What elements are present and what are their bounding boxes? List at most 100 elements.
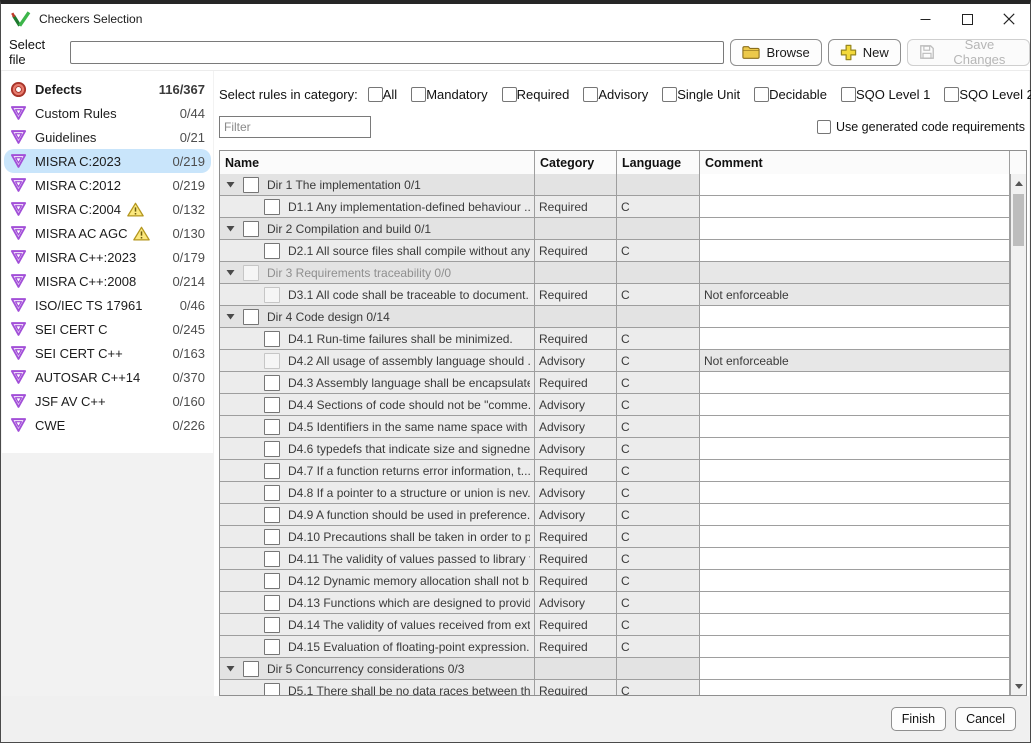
- rule-checkbox[interactable]: [264, 463, 280, 479]
- rule-checkbox[interactable]: [264, 595, 280, 611]
- category-checkbox-advisory[interactable]: [583, 87, 598, 102]
- comment-cell[interactable]: [700, 416, 1010, 437]
- maximize-button[interactable]: [946, 4, 988, 34]
- rule-row[interactable]: D1.1 Any implementation-defined behaviou…: [220, 196, 1010, 218]
- rule-row[interactable]: D4.15 Evaluation of floating-point expre…: [220, 636, 1010, 658]
- category-option-advisory[interactable]: Advisory: [583, 87, 648, 102]
- rule-row[interactable]: D4.6 typedefs that indicate size and sig…: [220, 438, 1010, 460]
- comment-cell[interactable]: [700, 262, 1010, 283]
- group-row[interactable]: Dir 4 Code design 0/14: [220, 306, 1010, 328]
- select-file-input[interactable]: [70, 41, 724, 64]
- finish-button[interactable]: Finish: [891, 707, 946, 731]
- rule-row[interactable]: D4.9 A function should be used in prefer…: [220, 504, 1010, 526]
- sidebar-item-misra-c-2008[interactable]: MISRA C++:20080/214: [4, 269, 211, 293]
- category-option-mandatory[interactable]: Mandatory: [411, 87, 487, 102]
- sidebar-item-cwe[interactable]: CWE0/226: [4, 413, 211, 437]
- minimize-button[interactable]: [904, 4, 946, 34]
- rule-row[interactable]: D4.8 If a pointer to a structure or unio…: [220, 482, 1010, 504]
- category-checkbox-decidable[interactable]: [754, 87, 769, 102]
- comment-cell[interactable]: [700, 548, 1010, 569]
- group-row[interactable]: Dir 3 Requirements traceability 0/0: [220, 262, 1010, 284]
- group-checkbox[interactable]: [243, 265, 259, 281]
- rule-row[interactable]: D4.2 All usage of assembly language shou…: [220, 350, 1010, 372]
- rule-checkbox[interactable]: [264, 331, 280, 347]
- cancel-button[interactable]: Cancel: [955, 707, 1016, 731]
- scroll-down-arrow-icon[interactable]: [1011, 679, 1026, 693]
- comment-cell[interactable]: [700, 240, 1010, 261]
- comment-cell[interactable]: [700, 174, 1010, 195]
- rule-row[interactable]: D5.1 There shall be no data races betwee…: [220, 680, 1010, 695]
- rule-checkbox[interactable]: [264, 573, 280, 589]
- rule-checkbox[interactable]: [264, 683, 280, 696]
- comment-cell[interactable]: [700, 394, 1010, 415]
- rule-row[interactable]: D4.4 Sections of code should not be "com…: [220, 394, 1010, 416]
- expand-arrow-icon[interactable]: [226, 313, 236, 320]
- comment-cell[interactable]: [700, 460, 1010, 481]
- category-option-decidable[interactable]: Decidable: [754, 87, 827, 102]
- table-scrollbar[interactable]: [1010, 174, 1026, 695]
- sidebar-item-misra-c-2023[interactable]: MISRA C:20230/219: [4, 149, 211, 173]
- group-checkbox[interactable]: [243, 661, 259, 677]
- filter-input[interactable]: [219, 116, 371, 138]
- rule-checkbox[interactable]: [264, 639, 280, 655]
- rule-row[interactable]: D4.7 If a function returns error informa…: [220, 460, 1010, 482]
- category-checkbox-all[interactable]: [368, 87, 383, 102]
- rule-row[interactable]: D4.3 Assembly language shall be encapsul…: [220, 372, 1010, 394]
- sidebar-item-misra-c-2004[interactable]: MISRA C:20040/132: [4, 197, 211, 221]
- comment-cell[interactable]: [700, 482, 1010, 503]
- save-changes-button[interactable]: Save Changes: [907, 39, 1030, 66]
- comment-cell[interactable]: [700, 438, 1010, 459]
- sidebar-item-autosar-c-14[interactable]: AUTOSAR C++140/370: [4, 365, 211, 389]
- rule-checkbox[interactable]: [264, 441, 280, 457]
- sidebar-item-sei-cert-c[interactable]: SEI CERT C++0/163: [4, 341, 211, 365]
- column-header-name[interactable]: Name: [220, 151, 535, 174]
- rule-checkbox[interactable]: [264, 397, 280, 413]
- comment-cell[interactable]: Not enforceable: [700, 350, 1010, 371]
- rule-row[interactable]: D4.12 Dynamic memory allocation shall no…: [220, 570, 1010, 592]
- rule-row[interactable]: D4.14 The validity of values received fr…: [220, 614, 1010, 636]
- expand-arrow-icon[interactable]: [226, 269, 236, 276]
- comment-cell[interactable]: [700, 328, 1010, 349]
- comment-cell[interactable]: [700, 196, 1010, 217]
- category-checkbox-mandatory[interactable]: [411, 87, 426, 102]
- rule-checkbox[interactable]: [264, 551, 280, 567]
- comment-cell[interactable]: [700, 526, 1010, 547]
- sidebar-item-misra-ac-agc[interactable]: MISRA AC AGC0/130: [4, 221, 211, 245]
- rule-checkbox[interactable]: [264, 199, 280, 215]
- scrollbar-thumb[interactable]: [1013, 194, 1024, 246]
- expand-arrow-icon[interactable]: [226, 225, 236, 232]
- group-row[interactable]: Dir 2 Compilation and build 0/1: [220, 218, 1010, 240]
- sidebar-item-misra-c-2023[interactable]: MISRA C++:20230/179: [4, 245, 211, 269]
- use-generated-requirements-option[interactable]: Use generated code requirements: [817, 120, 1025, 134]
- group-checkbox[interactable]: [243, 221, 259, 237]
- group-checkbox[interactable]: [243, 309, 259, 325]
- comment-cell[interactable]: [700, 504, 1010, 525]
- category-checkbox-required[interactable]: [502, 87, 517, 102]
- browse-button[interactable]: Browse: [730, 39, 821, 66]
- sidebar-item-sei-cert-c[interactable]: SEI CERT C0/245: [4, 317, 211, 341]
- comment-cell[interactable]: [700, 570, 1010, 591]
- comment-cell[interactable]: [700, 592, 1010, 613]
- rule-row[interactable]: D4.1 Run-time failures shall be minimize…: [220, 328, 1010, 350]
- rule-checkbox[interactable]: [264, 243, 280, 259]
- comment-cell[interactable]: [700, 614, 1010, 635]
- sidebar-item-jsf-av-c[interactable]: JSF AV C++0/160: [4, 389, 211, 413]
- group-checkbox[interactable]: [243, 177, 259, 193]
- column-header-category[interactable]: Category: [535, 151, 617, 174]
- comment-cell[interactable]: [700, 372, 1010, 393]
- comment-cell[interactable]: [700, 658, 1010, 679]
- rule-checkbox[interactable]: [264, 353, 280, 369]
- rule-checkbox[interactable]: [264, 617, 280, 633]
- scroll-up-arrow-icon[interactable]: [1011, 176, 1026, 190]
- category-checkbox-sqo-level-1[interactable]: [841, 87, 856, 102]
- sidebar-item-defects[interactable]: Defects116/367: [4, 77, 211, 101]
- close-button[interactable]: [988, 4, 1030, 34]
- use-generated-requirements-checkbox[interactable]: [817, 120, 831, 134]
- sidebar-item-misra-c-2012[interactable]: MISRA C:20120/219: [4, 173, 211, 197]
- rule-checkbox[interactable]: [264, 529, 280, 545]
- rule-row[interactable]: D2.1 All source files shall compile with…: [220, 240, 1010, 262]
- rule-checkbox[interactable]: [264, 485, 280, 501]
- category-checkbox-sqo-level-2[interactable]: [944, 87, 959, 102]
- category-option-sqo-level-2[interactable]: SQO Level 2: [944, 87, 1031, 102]
- rule-row[interactable]: D4.10 Precautions shall be taken in orde…: [220, 526, 1010, 548]
